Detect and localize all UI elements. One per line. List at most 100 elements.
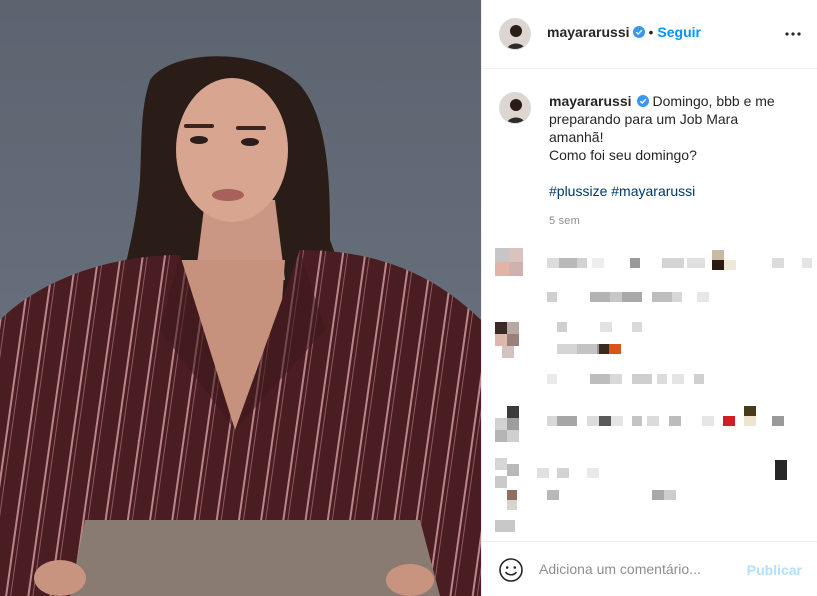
pixel-block [502,346,514,358]
pixel-block [495,520,515,532]
caption-username[interactable]: mayararussi [549,93,632,109]
pixel-block [495,418,507,430]
pixel-block [495,334,507,346]
pixel-block [587,468,599,478]
pixel-block [802,258,812,268]
verified-badge-icon [632,26,645,38]
follow-button[interactable]: Seguir [657,24,701,40]
pixel-block [507,406,519,418]
pixel-block [611,416,623,426]
comment-input[interactable] [539,556,739,582]
pixel-block [632,374,652,384]
username[interactable]: mayararussi [547,24,630,40]
pixel-block [775,460,787,480]
caption-text-4: Como foi seu domingo? [549,147,697,163]
post-header: mayararussi • Seguir [482,0,817,69]
caption-avatar[interactable] [499,92,531,124]
pixel-block [495,322,507,334]
pixel-block [697,292,709,302]
pixel-block [599,416,611,426]
pixel-block [652,292,672,302]
pixel-block [495,248,509,262]
pixel-block [609,344,621,354]
pixel-block [694,374,704,384]
pixel-block [687,258,705,268]
pixel-block [577,258,587,268]
caption-text-1: Domingo, bbb e me [652,93,775,109]
pixel-block [592,258,604,268]
pixel-block [702,416,714,426]
separator-dot: • [648,24,654,40]
pixel-block [547,258,559,268]
pixel-block [557,322,567,332]
pixel-block [577,344,597,354]
pixel-block [647,416,659,426]
pixel-block [507,490,517,500]
pixel-block [599,344,609,354]
pixel-block [610,292,622,302]
pixel-block [587,416,599,426]
verified-badge-icon [636,95,649,107]
publish-button[interactable]: Publicar [747,562,802,578]
pixel-block [509,248,523,262]
pixel-block [600,322,612,332]
pixel-block [630,258,640,268]
pixel-block [557,416,577,426]
post-photo-illustration [0,0,481,596]
post-photo [0,0,481,596]
pixel-block [507,418,519,430]
pixel-block [772,258,784,268]
add-comment-bar: Publicar [482,541,817,596]
pixel-block [662,258,684,268]
pixel-block [507,334,519,346]
pixel-block [657,374,667,384]
caption-avatar-image [500,93,530,123]
avatar-image [500,19,530,49]
pixel-block [495,262,509,276]
pixel-block [664,490,676,500]
pixel-block [495,476,507,488]
pixel-block [724,260,736,270]
header-identity: mayararussi • Seguir [547,24,701,42]
pixel-block [712,250,724,260]
pixel-block [669,416,681,426]
pixel-block [590,292,610,302]
pixel-block [772,416,784,426]
pixel-block [672,292,682,302]
pixel-block [507,430,519,442]
pixel-block [507,500,517,510]
pixel-block [547,416,557,426]
pixel-block [590,374,610,384]
pixel-block [495,458,507,470]
pixel-block [744,406,756,416]
pixel-block [507,322,519,334]
pixel-block [557,344,577,354]
pixel-block [547,374,557,384]
pixel-block [610,374,622,384]
pixel-block [547,490,559,500]
caption-text-2: preparando para um Job Mara [549,111,739,127]
post-side-panel: mayararussi • Seguir mayararussi Domingo, b… [481,0,817,596]
more-options-icon[interactable] [784,25,802,43]
pixel-block [632,322,642,332]
pixel-block [547,292,557,302]
post-caption: mayararussi Domingo, bbb e me preparando … [549,92,801,200]
pixel-block [557,468,569,478]
post-timestamp[interactable]: 5 sem [549,215,580,227]
pixel-block [622,292,642,302]
pixel-block [652,490,664,500]
emoji-icon[interactable] [498,557,524,583]
pixel-block [495,430,507,442]
caption-line-1: mayararussi Domingo, bbb e me [549,92,801,110]
pixel-block [672,374,684,384]
pixel-block [723,416,735,426]
avatar[interactable] [499,18,531,50]
pixel-block [509,262,523,276]
pixel-block [744,416,756,426]
pixel-block [507,464,519,476]
caption-text-3: amanhã! [549,129,604,145]
pixel-block [559,258,577,268]
pixel-block [712,260,724,270]
pixel-block [537,468,549,478]
caption-hashtags[interactable]: #plussize #mayararussi [549,182,801,200]
